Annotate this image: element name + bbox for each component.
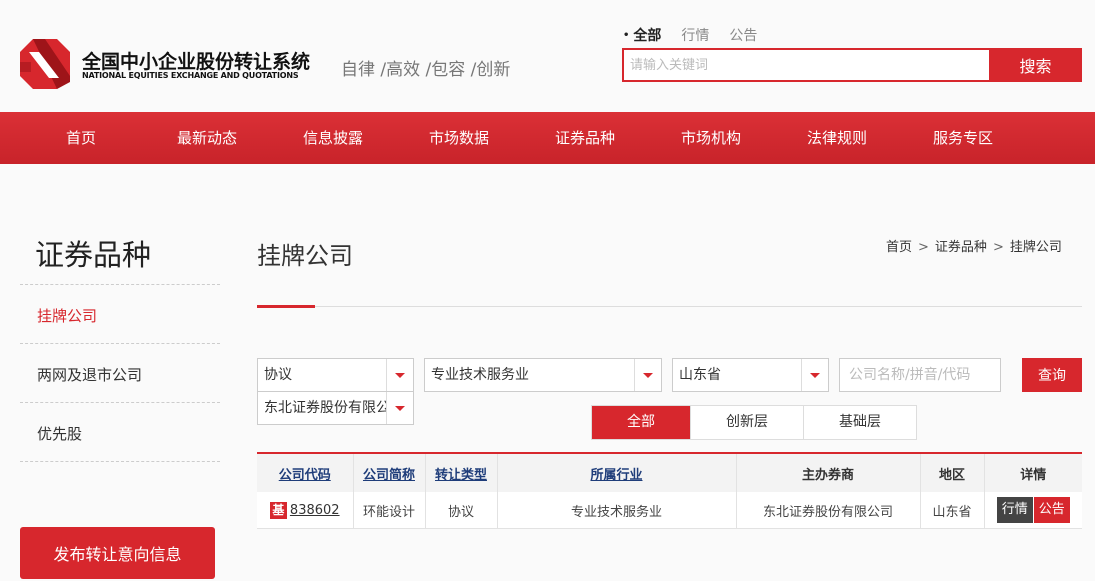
column-header-code[interactable]: 公司代码	[257, 452, 354, 492]
sidebar-divider	[20, 461, 220, 462]
logo-title-cn[interactable]: 全国中小企业股份转让系统	[82, 47, 310, 74]
search-tab-quotes[interactable]: 行情	[681, 25, 709, 45]
column-header-transfer-type[interactable]: 转让类型	[425, 452, 498, 492]
title-accent-bar	[257, 305, 315, 308]
sidebar-divider	[20, 284, 220, 285]
breadcrumb-current: 挂牌公司	[1009, 240, 1062, 255]
company-code-link[interactable]: 838602	[290, 503, 340, 518]
sidebar-item-listed-companies[interactable]: 挂牌公司	[37, 305, 97, 326]
cell-broker: 东北证券股份有限公司	[736, 492, 921, 529]
transfer-type-select[interactable]: 协议	[257, 358, 414, 392]
cell-details: 行情 公告	[984, 492, 1082, 529]
table-row: 基 838602 环能设计 协议 专业技术服务业 东北证券股份有限公司 山东省 行…	[257, 492, 1082, 529]
chevron-down-icon	[634, 359, 661, 391]
broker-select[interactable]: 东北证券股份有限公司	[257, 391, 414, 425]
nav-item-services[interactable]: 服务专区	[913, 112, 1013, 164]
industry-value: 专业技术服务业	[431, 367, 529, 383]
nav-item-news[interactable]: 最新动态	[157, 112, 257, 164]
notice-button[interactable]: 公告	[1033, 497, 1070, 523]
nav-item-home[interactable]: 首页	[31, 112, 131, 164]
column-header-broker: 主办券商	[736, 452, 921, 492]
publish-transfer-intent-button[interactable]: 发布转让意向信息	[20, 527, 215, 579]
sidebar-item-delisted-companies[interactable]: 两网及退市公司	[37, 364, 142, 385]
tier-segment-control: 全部 创新层 基础层	[591, 405, 917, 440]
segment-innovation-tier[interactable]: 创新层	[691, 406, 804, 439]
column-header-region: 地区	[920, 452, 985, 492]
basic-tier-badge: 基	[269, 501, 287, 519]
listed-companies-table: 公司代码 公司简称 转让类型 所属行业 主办券商 地区 详情 基 838602 环…	[257, 452, 1082, 529]
company-keyword-input[interactable]	[839, 358, 1001, 392]
main-nav: 首页 最新动态 信息披露 市场数据 证券品种 市场机构 法律规则 服务专区	[0, 112, 1095, 164]
logo-title-en[interactable]: NATIONAL EQUITIES EXCHANGE AND QUOTATION…	[82, 71, 299, 80]
column-header-name[interactable]: 公司简称	[353, 452, 426, 492]
cell-transfer-type: 协议	[425, 492, 498, 529]
sidebar-divider	[20, 343, 220, 344]
broker-value: 东北证券股份有限公司	[264, 400, 386, 416]
sidebar-title: 证券品种	[35, 238, 152, 272]
nav-item-securities[interactable]: 证券品种	[535, 112, 635, 164]
column-header-industry[interactable]: 所属行业	[497, 452, 737, 492]
cell-industry: 专业技术服务业	[497, 492, 737, 529]
chevron-down-icon	[386, 392, 413, 424]
nav-item-disclosure[interactable]: 信息披露	[283, 112, 383, 164]
query-button[interactable]: 查询	[1022, 358, 1082, 392]
title-divider	[257, 306, 1082, 307]
breadcrumb-securities[interactable]: 证券品种	[935, 240, 987, 255]
cell-name: 环能设计	[353, 492, 426, 529]
search-button[interactable]: 搜索	[989, 48, 1082, 82]
search-input[interactable]	[624, 50, 984, 80]
industry-select[interactable]: 专业技术服务业	[424, 358, 662, 392]
segment-all[interactable]: 全部	[592, 406, 691, 439]
column-header-details: 详情	[984, 452, 1082, 492]
search-tab-all[interactable]: • 全部	[623, 25, 661, 45]
table-header-row: 公司代码 公司简称 转让类型 所属行业 主办券商 地区 详情	[257, 452, 1082, 492]
nav-item-institutions[interactable]: 市场机构	[661, 112, 761, 164]
sidebar-item-preferred-stock[interactable]: 优先股	[37, 423, 82, 444]
slogan: 自律 /高效 /包容 /创新	[341, 60, 511, 80]
neeq-logo-icon[interactable]	[19, 38, 71, 90]
cell-code: 基 838602	[257, 492, 354, 529]
search-tab-notices[interactable]: 公告	[729, 25, 757, 45]
chevron-down-icon	[386, 359, 413, 391]
quote-button[interactable]: 行情	[996, 497, 1033, 523]
breadcrumb-home[interactable]: 首页	[886, 240, 912, 255]
region-select[interactable]: 山东省	[672, 358, 829, 392]
nav-item-rules[interactable]: 法律规则	[787, 112, 887, 164]
chevron-down-icon	[801, 359, 828, 391]
sidebar-divider	[20, 402, 220, 403]
transfer-type-value: 协议	[264, 367, 292, 383]
search-scope-tabs: • 全部 行情 公告	[623, 25, 777, 45]
nav-item-market-data[interactable]: 市场数据	[409, 112, 509, 164]
breadcrumb: 首页 > 证券品种 > 挂牌公司	[886, 240, 1062, 255]
region-value: 山东省	[679, 367, 721, 383]
page-title: 挂牌公司	[257, 242, 353, 270]
cell-region: 山东省	[920, 492, 985, 529]
segment-basic-tier[interactable]: 基础层	[804, 406, 916, 439]
